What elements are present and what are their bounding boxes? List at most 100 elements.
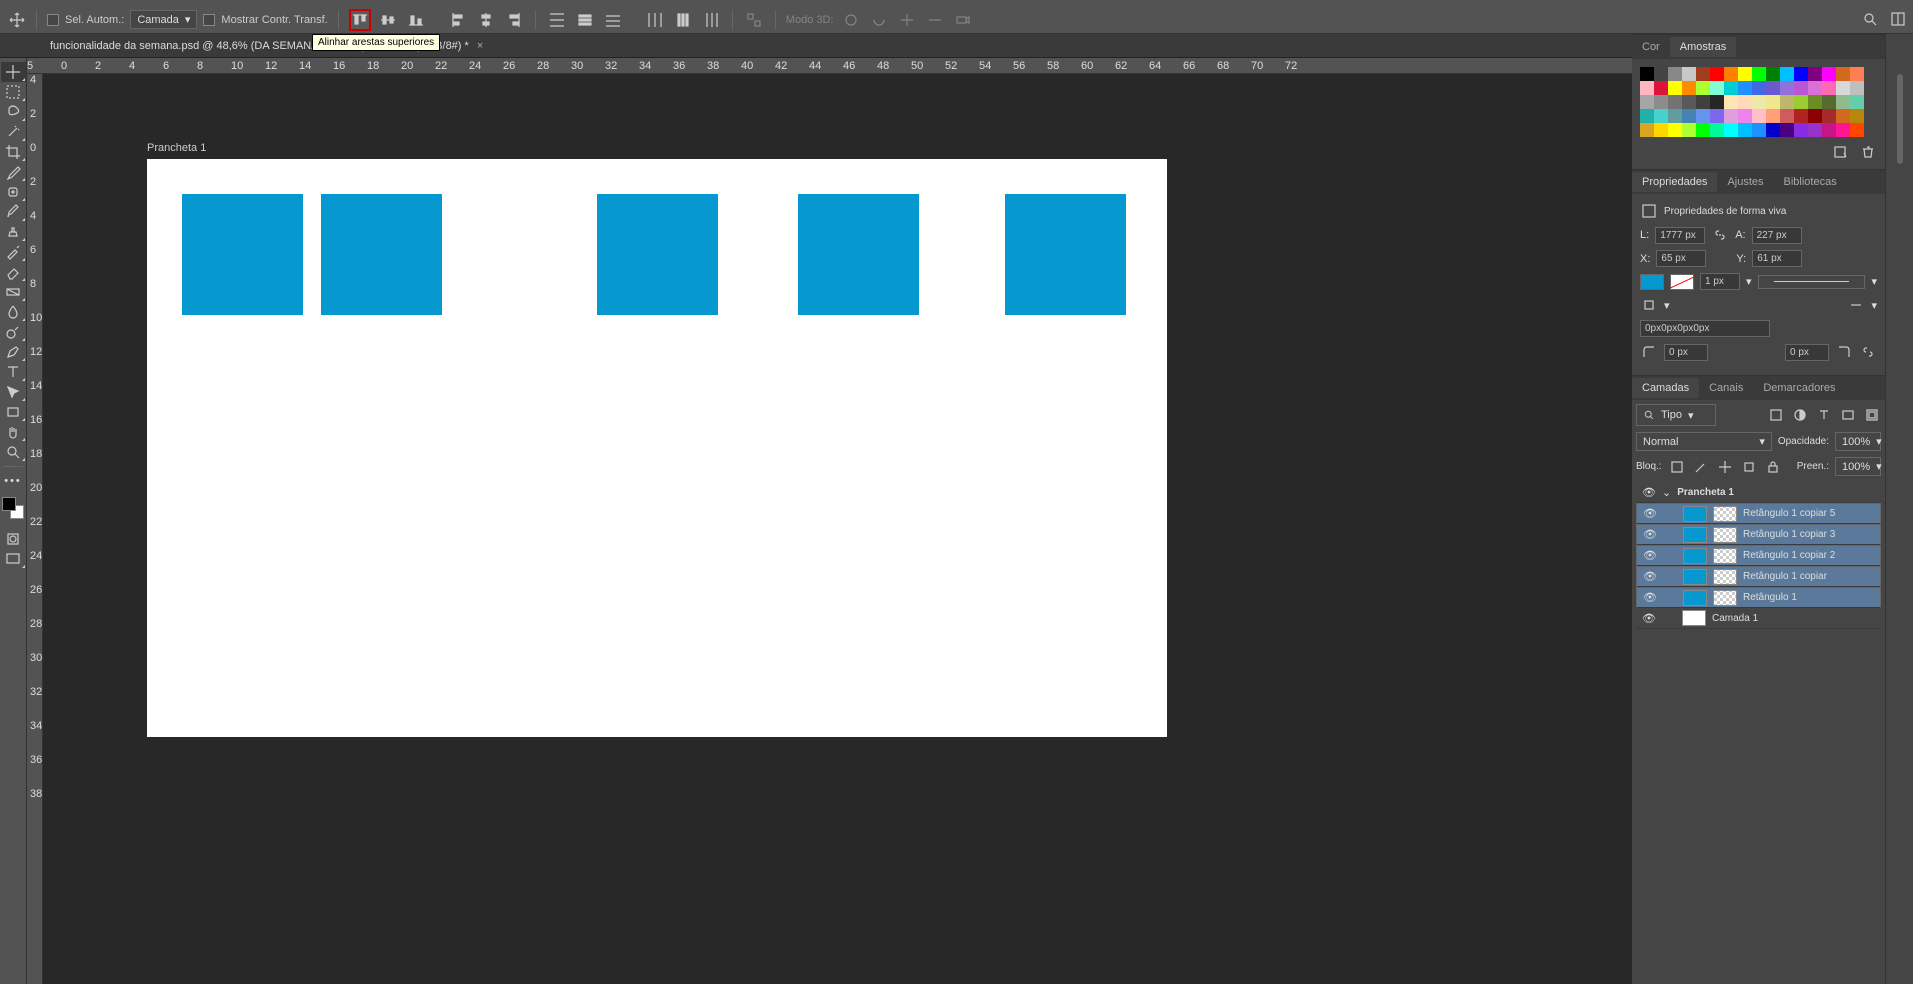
brush-tool[interactable]	[1, 202, 26, 222]
layer-row[interactable]: 👁Retângulo 1	[1636, 587, 1881, 608]
crop-tool[interactable]	[1, 142, 26, 162]
layer-row[interactable]: 👁Retângulo 1 copiar 3	[1636, 524, 1881, 545]
lock-transparency-icon[interactable]	[1668, 458, 1686, 476]
distribute-left-button[interactable]	[644, 9, 666, 31]
stroke-style-dropdown[interactable]: ▾	[1871, 275, 1877, 288]
swatch[interactable]	[1654, 95, 1668, 109]
show-transform-checkbox[interactable]	[203, 14, 215, 26]
swatch[interactable]	[1668, 109, 1682, 123]
swatch[interactable]	[1696, 67, 1710, 81]
swatch[interactable]	[1654, 67, 1668, 81]
swatch[interactable]	[1682, 109, 1696, 123]
swatch[interactable]	[1640, 95, 1654, 109]
swatch[interactable]	[1808, 123, 1822, 137]
swatch[interactable]	[1850, 95, 1864, 109]
swatch[interactable]	[1738, 81, 1752, 95]
swatch[interactable]	[1738, 123, 1752, 137]
swatch[interactable]	[1696, 109, 1710, 123]
swatch[interactable]	[1850, 81, 1864, 95]
swatch[interactable]	[1836, 123, 1850, 137]
swatch[interactable]	[1766, 81, 1780, 95]
tab-camadas[interactable]: Camadas	[1632, 378, 1699, 398]
distribute-right-button[interactable]	[700, 9, 722, 31]
swatch[interactable]	[1780, 109, 1794, 123]
swatch[interactable]	[1766, 67, 1780, 81]
lock-pixels-icon[interactable]	[1692, 458, 1710, 476]
swatch[interactable]	[1710, 95, 1724, 109]
lock-position-icon[interactable]	[1716, 458, 1734, 476]
swatch[interactable]	[1836, 109, 1850, 123]
visibility-icon[interactable]: 👁	[1642, 612, 1656, 625]
swatch[interactable]	[1822, 81, 1836, 95]
swatch[interactable]	[1654, 81, 1668, 95]
stroke-width-input[interactable]	[1700, 273, 1740, 290]
swatch[interactable]	[1752, 109, 1766, 123]
visibility-icon[interactable]: 👁	[1643, 528, 1657, 541]
swatch[interactable]	[1654, 109, 1668, 123]
new-swatch-icon[interactable]	[1831, 143, 1849, 161]
swatch[interactable]	[1710, 67, 1724, 81]
swatch[interactable]	[1766, 109, 1780, 123]
healing-brush-tool[interactable]	[1, 182, 26, 202]
search-icon[interactable]	[1861, 10, 1879, 28]
filter-type-icon[interactable]	[1815, 406, 1833, 424]
tab-demarcadores[interactable]: Demarcadores	[1753, 378, 1845, 398]
filter-shape-icon[interactable]	[1839, 406, 1857, 424]
color-swatches[interactable]	[2, 497, 24, 519]
swatch[interactable]	[1640, 67, 1654, 81]
lock-all-icon[interactable]	[1764, 458, 1782, 476]
marquee-tool[interactable]	[1, 82, 26, 102]
swatch[interactable]	[1808, 81, 1822, 95]
swatch[interactable]	[1808, 67, 1822, 81]
swatch[interactable]	[1794, 67, 1808, 81]
tab-canais[interactable]: Canais	[1699, 378, 1753, 398]
rectangle-1[interactable]	[182, 194, 303, 315]
swatch[interactable]	[1682, 123, 1696, 137]
rectangle-3[interactable]	[597, 194, 718, 315]
distribute-top-button[interactable]	[546, 9, 568, 31]
corner-tl-input[interactable]	[1664, 344, 1708, 361]
tab-ajustes[interactable]: Ajustes	[1717, 172, 1773, 192]
swatch[interactable]	[1780, 95, 1794, 109]
quick-mask-button[interactable]	[1, 529, 26, 549]
pen-tool[interactable]	[1, 342, 26, 362]
distribute-bottom-button[interactable]	[602, 9, 624, 31]
rectangle-5[interactable]	[1005, 194, 1126, 315]
swatch[interactable]	[1822, 95, 1836, 109]
dropdown-icon[interactable]: ▾	[1746, 275, 1752, 288]
stroke-align-icon[interactable]	[1640, 296, 1658, 314]
swatch[interactable]	[1724, 109, 1738, 123]
magic-wand-tool[interactable]	[1, 122, 26, 142]
swatch[interactable]	[1752, 95, 1766, 109]
swatch[interactable]	[1822, 123, 1836, 137]
filter-smart-icon[interactable]	[1863, 406, 1881, 424]
scrollbar-thumb[interactable]	[1897, 74, 1903, 164]
swatch[interactable]	[1668, 95, 1682, 109]
path-selection-tool[interactable]	[1, 382, 26, 402]
screen-mode-button[interactable]	[1, 549, 26, 569]
document-canvas[interactable]: Prancheta 1	[43, 74, 1632, 984]
close-tab-icon[interactable]: ×	[477, 40, 483, 52]
swatch[interactable]	[1794, 81, 1808, 95]
blur-tool[interactable]	[1, 302, 26, 322]
swatch[interactable]	[1724, 81, 1738, 95]
swatch[interactable]	[1794, 95, 1808, 109]
swatch[interactable]	[1738, 109, 1752, 123]
artboard[interactable]	[147, 159, 1167, 737]
swatch[interactable]	[1836, 95, 1850, 109]
swatch[interactable]	[1766, 95, 1780, 109]
swatch[interactable]	[1850, 67, 1864, 81]
swatch[interactable]	[1724, 123, 1738, 137]
auto-select-checkbox[interactable]	[47, 14, 59, 26]
filter-pixel-icon[interactable]	[1767, 406, 1785, 424]
gradient-tool[interactable]	[1, 282, 26, 302]
fill-color-swatch[interactable]	[1640, 274, 1664, 290]
align-vertical-centers-button[interactable]	[377, 9, 399, 31]
tab-bibliotecas[interactable]: Bibliotecas	[1774, 172, 1847, 192]
hand-tool[interactable]	[1, 422, 26, 442]
swatch-grid[interactable]	[1640, 67, 1872, 137]
move-tool[interactable]	[1, 62, 26, 82]
visibility-icon[interactable]: 👁	[1643, 507, 1657, 520]
tab-propriedades[interactable]: Propriedades	[1632, 172, 1717, 192]
swatch[interactable]	[1710, 109, 1724, 123]
